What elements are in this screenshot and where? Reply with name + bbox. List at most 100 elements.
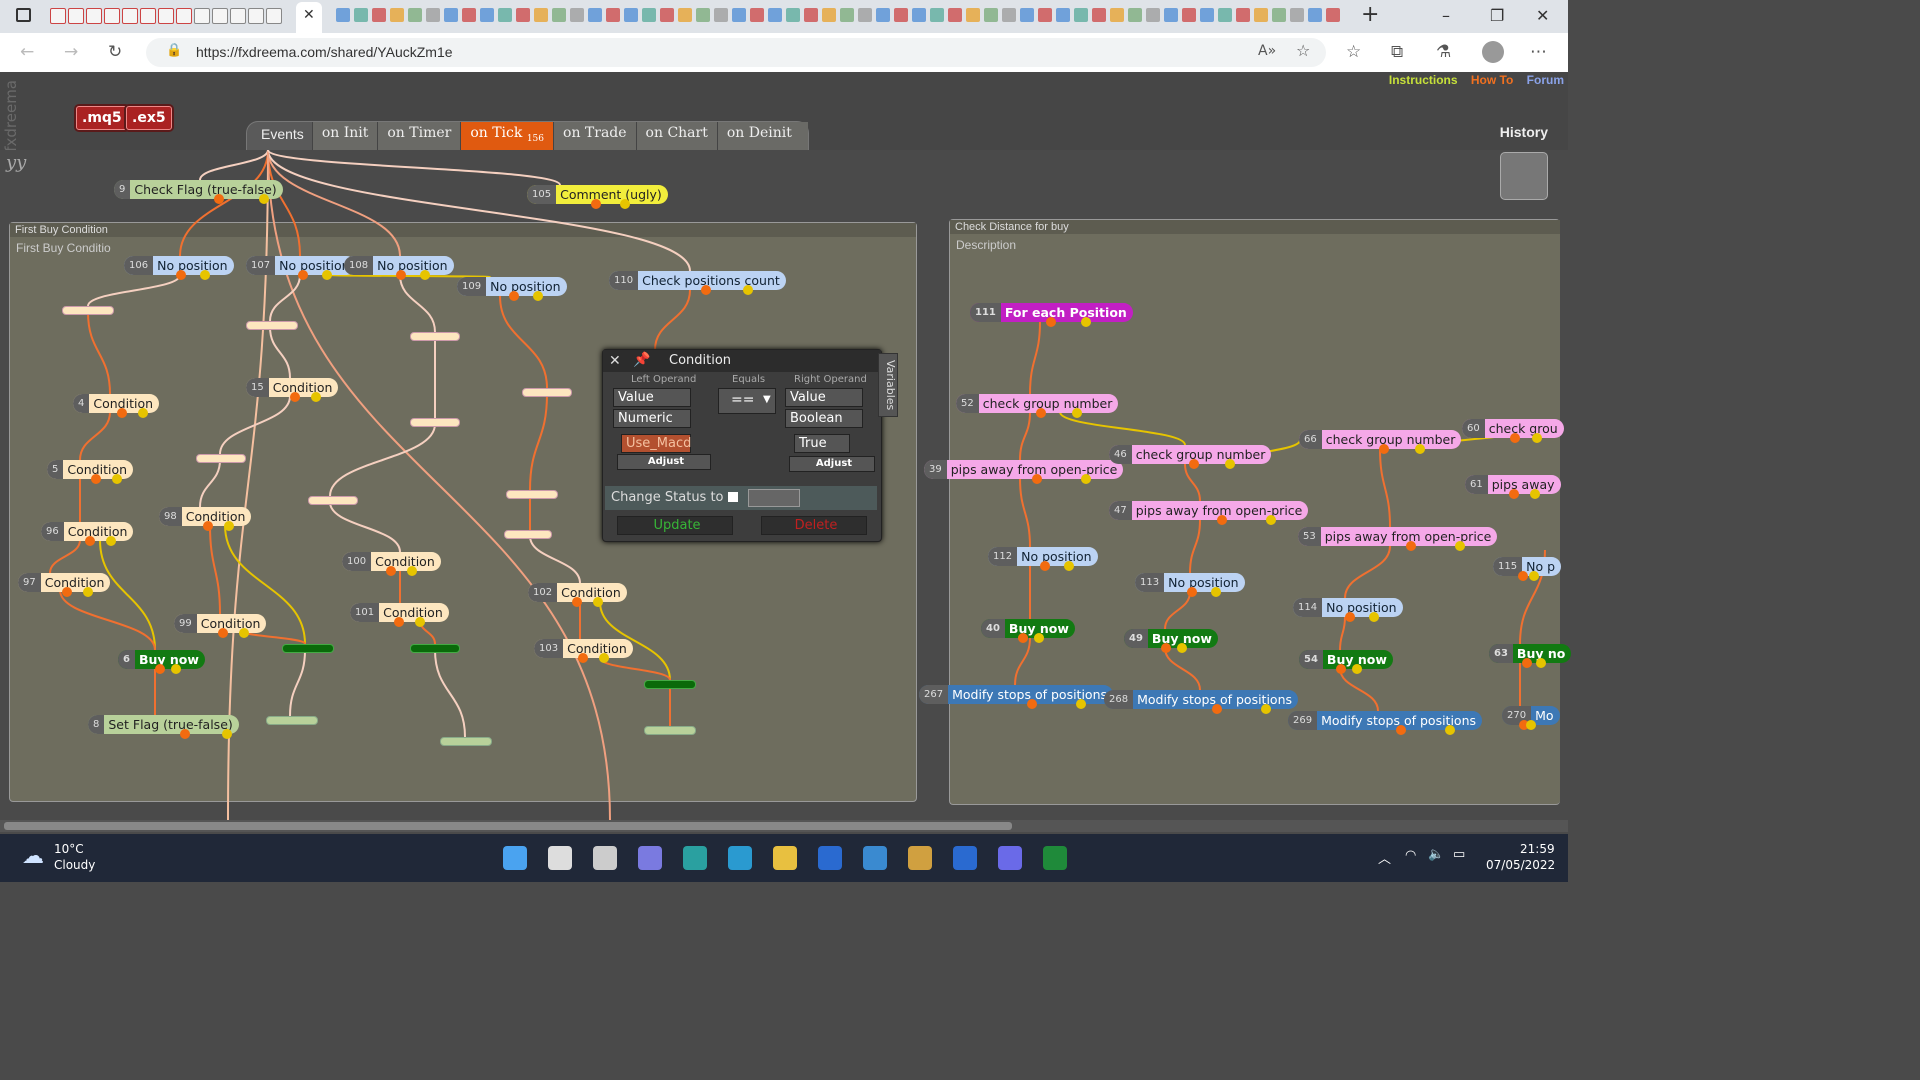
wifi-icon[interactable]: ◠ (1405, 848, 1416, 863)
clock-date[interactable]: 07/05/2022 (1486, 858, 1555, 872)
close-icon[interactable]: ✕ (609, 353, 621, 369)
tab-favicon[interactable] (444, 8, 458, 22)
tab-favicon[interactable] (50, 8, 66, 24)
node-49[interactable]: 49 Buy now (1124, 629, 1218, 648)
tab-favicon[interactable] (1200, 8, 1214, 22)
tab-favicon[interactable] (1146, 8, 1160, 22)
tab-favicon[interactable] (516, 8, 530, 22)
collapsed-block[interactable] (282, 644, 334, 653)
tab-favicon[interactable] (966, 8, 980, 22)
output-port[interactable] (213, 194, 224, 204)
update-button[interactable]: Update (617, 516, 733, 535)
operator-select[interactable]: == ▼ (718, 388, 776, 414)
tab-favicon[interactable] (1272, 8, 1286, 22)
tab-favicon[interactable] (1236, 8, 1250, 22)
tab-favicon[interactable] (230, 8, 246, 24)
output-port[interactable] (742, 285, 753, 295)
tab-favicon[interactable] (912, 8, 926, 22)
tab-actions-icon[interactable] (16, 8, 31, 22)
tab-on-trade[interactable]: on Trade (553, 122, 636, 150)
left-value-field[interactable]: Use_Macd (621, 434, 691, 453)
output-port[interactable] (82, 587, 93, 597)
tab-favicon[interactable] (480, 8, 494, 22)
vscode-alt-icon[interactable] (953, 846, 977, 870)
tab-favicon[interactable] (876, 8, 890, 22)
tab-on-init[interactable]: on Init (311, 122, 378, 150)
horizontal-scrollbar[interactable] (0, 820, 1568, 832)
output-port[interactable] (221, 729, 232, 739)
tab-favicon[interactable] (176, 8, 192, 24)
output-port[interactable] (1160, 643, 1171, 653)
maximize-button[interactable]: ❐ (1490, 6, 1504, 25)
tab-favicon[interactable] (266, 8, 282, 24)
collapsed-block[interactable] (522, 388, 572, 397)
tab-favicon[interactable] (660, 8, 674, 22)
node-8[interactable]: 8 Set Flag (true-false) (88, 715, 239, 734)
add-favorite-icon[interactable]: ☆ (1296, 41, 1310, 60)
output-port[interactable] (1017, 633, 1028, 643)
right-subtype-select[interactable]: Boolean (785, 409, 863, 428)
tab-favicon[interactable] (714, 8, 728, 22)
tab-favicon[interactable] (354, 8, 368, 22)
tab-favicon[interactable] (984, 8, 998, 22)
tab-favicon[interactable] (1038, 8, 1052, 22)
tab-favicon[interactable] (1218, 8, 1232, 22)
right-value-select[interactable]: True (794, 434, 850, 453)
tab-favicon[interactable] (840, 8, 854, 22)
collapsed-block[interactable] (410, 332, 460, 341)
battery-icon[interactable]: ▭ (1453, 847, 1465, 862)
tab-favicon[interactable] (390, 8, 404, 22)
output-port[interactable] (1395, 725, 1406, 735)
ex5-button[interactable]: .ex5 (126, 106, 172, 130)
close-tab-icon[interactable]: ✕ (303, 7, 315, 23)
tab-favicon[interactable] (678, 8, 692, 22)
output-port[interactable] (1517, 571, 1528, 581)
notes-icon[interactable] (683, 846, 707, 870)
tab-favicon[interactable] (1074, 8, 1088, 22)
collapsed-block[interactable] (644, 726, 696, 735)
profile-avatar[interactable] (1482, 41, 1504, 63)
forward-icon[interactable]: → (64, 42, 78, 62)
output-port[interactable] (1075, 699, 1086, 709)
node-110[interactable]: 110 Check positions count (609, 271, 786, 290)
tab-favicon[interactable] (750, 8, 764, 22)
output-port[interactable] (1031, 474, 1042, 484)
address-field[interactable]: 🔒 https://fxdreema.com/shared/YAuckZm1e … (146, 38, 1326, 67)
output-port[interactable] (1026, 699, 1037, 709)
tab-favicon[interactable] (1254, 8, 1268, 22)
tab-favicon[interactable] (1110, 8, 1124, 22)
tab-favicon[interactable] (1182, 8, 1196, 22)
change-status-field[interactable] (748, 489, 800, 507)
tab-favicon[interactable] (336, 8, 350, 22)
volume-icon[interactable]: 🔈 (1428, 847, 1444, 862)
tab-favicon[interactable] (86, 8, 102, 24)
tab-favicon[interactable] (426, 8, 440, 22)
history-link[interactable]: History (1500, 124, 1548, 140)
output-port[interactable] (1260, 704, 1271, 714)
tab-favicon[interactable] (948, 8, 962, 22)
tab-favicon[interactable] (1290, 8, 1304, 22)
tab-favicon[interactable] (732, 8, 746, 22)
tab-on-tick[interactable]: on Tick 156 (460, 122, 554, 150)
tab-favicon[interactable] (140, 8, 156, 24)
output-port[interactable] (179, 729, 190, 739)
output-port[interactable] (111, 474, 122, 484)
change-status-checkbox[interactable] (728, 492, 738, 502)
forum-link[interactable]: Forum (1527, 73, 1564, 87)
tab-favicon[interactable] (194, 8, 210, 24)
collapsed-block[interactable] (644, 680, 696, 689)
node-40[interactable]: 40 Buy now (981, 619, 1075, 638)
output-port[interactable] (238, 628, 249, 638)
wrench-icon[interactable] (1500, 152, 1548, 200)
tab-on-deinit[interactable]: on Deinit (716, 122, 808, 150)
file-explorer-icon[interactable] (773, 846, 797, 870)
left-adjust-button[interactable]: Adjust (617, 454, 711, 470)
tab-favicon[interactable] (1164, 8, 1178, 22)
close-window-button[interactable]: ✕ (1536, 6, 1549, 25)
output-port[interactable] (406, 566, 417, 576)
vscode-icon[interactable] (818, 846, 842, 870)
collections-icon[interactable]: ⧉ (1391, 42, 1403, 62)
task-view-icon[interactable] (593, 846, 617, 870)
favorites-icon[interactable]: ☆ (1346, 42, 1361, 62)
collapsed-block[interactable] (504, 530, 552, 539)
